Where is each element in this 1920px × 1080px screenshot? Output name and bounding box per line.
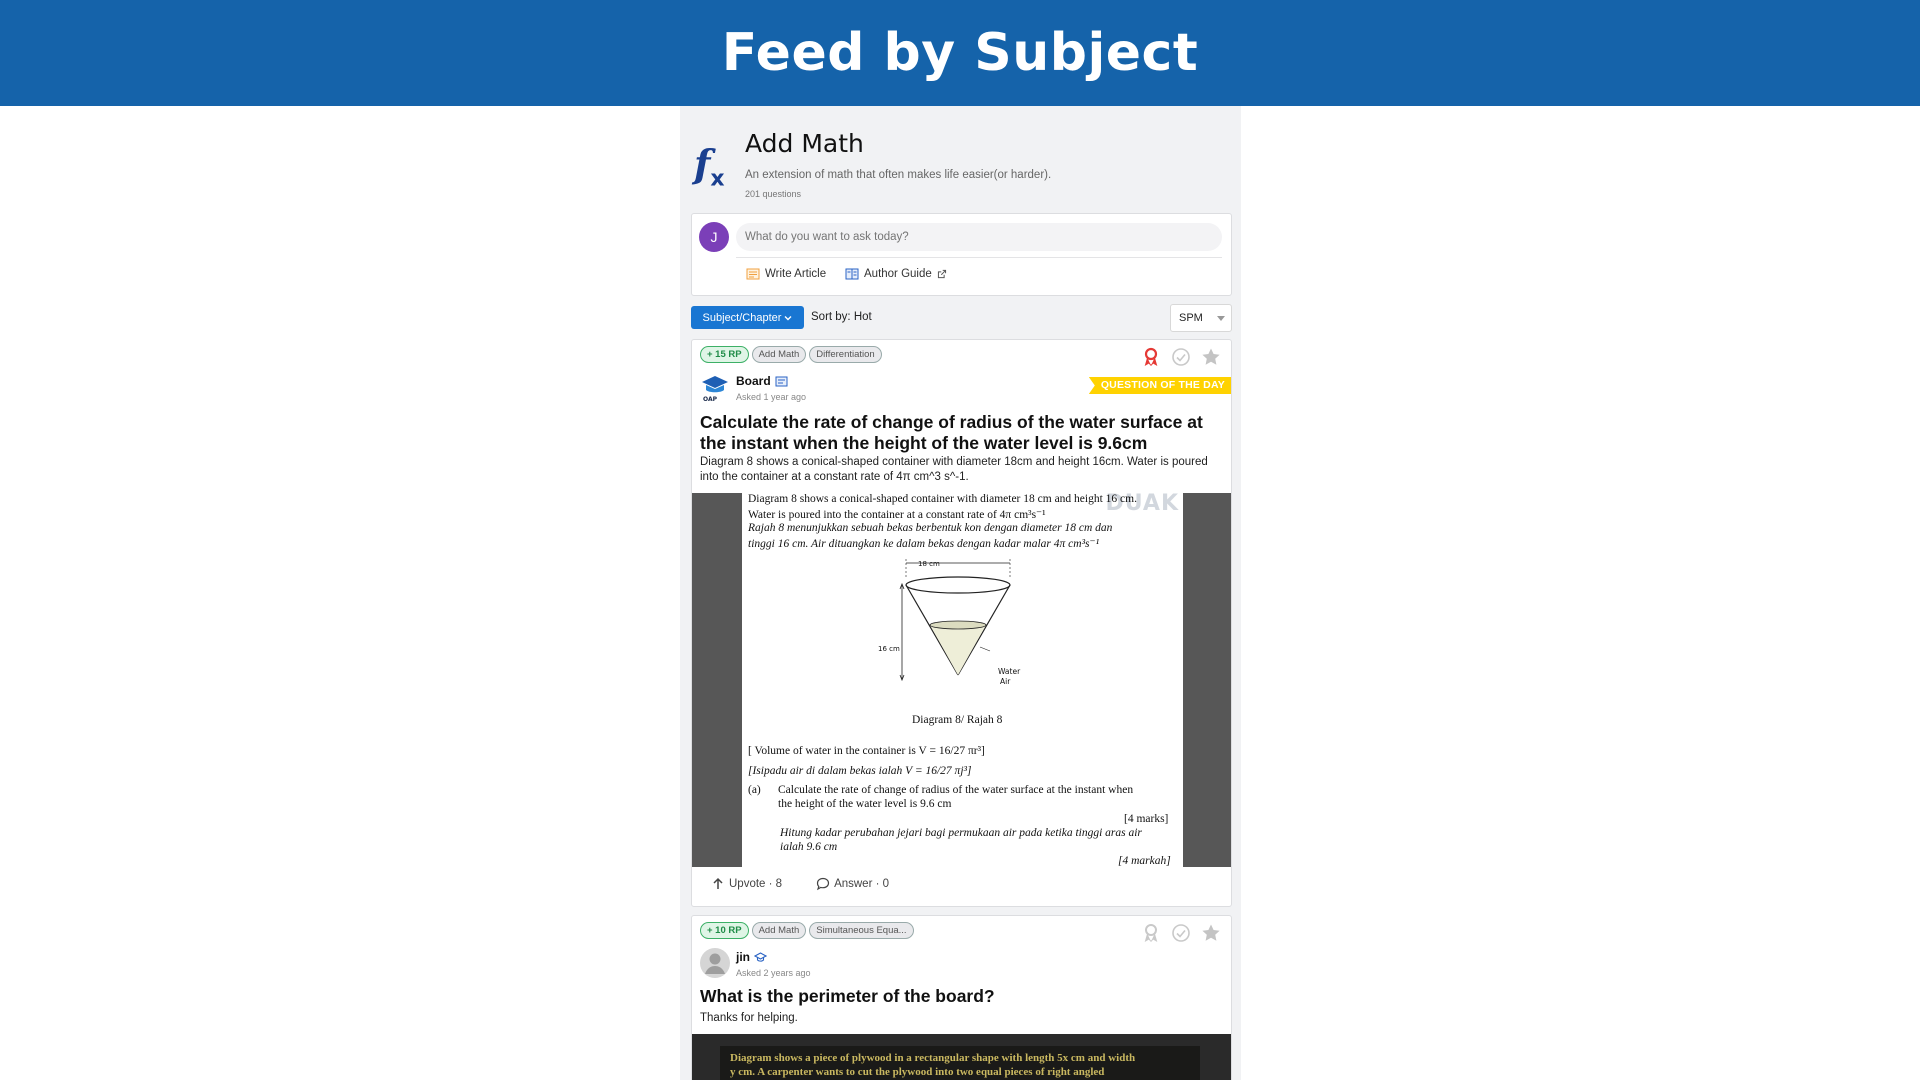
award-ribbon-icon[interactable] [1141,923,1161,943]
subject-title: Add Math [745,129,864,158]
water-label: Water [998,667,1021,676]
divider [736,257,1222,258]
paper-line: tinggi 16 cm. Air dituangkan ke dalam be… [748,538,1100,550]
paper-line: Rajah 8 menunjukkan sebuah bekas berbent… [748,522,1113,534]
tag-chip[interactable]: Add Math [751,346,807,363]
comment-bubble-icon [816,877,830,891]
paper-line: (a) [748,784,761,796]
asked-time: Asked 2 years ago [736,968,811,978]
air-label: Air [1000,677,1011,686]
paper-line: Water is poured into the container at a … [748,509,1046,521]
question-card[interactable]: + 15 RP Add Math Differentiation QUESTIO… [691,339,1232,907]
tag-chip[interactable]: Add Math [751,922,807,939]
arrow-up-icon [713,877,723,889]
ask-question-box: J Write Article Author Guide [691,213,1232,296]
question-count: 201 questions [745,189,802,199]
author-name-text: Board [736,374,771,388]
article-icon [746,268,760,280]
page-banner: Feed by Subject [0,0,1920,106]
answer-label: Answer · 0 [834,878,890,890]
reward-points-badge: + 15 RP [700,346,749,363]
card-footer: Upvote · 8 Answer · 0 [711,877,889,891]
paper-line: [Isipadu air di dalam bekas ialah V = 16… [748,765,972,777]
question-card[interactable]: + 10 RP Add Math Simultaneous Equa... ji… [691,915,1232,1080]
exam-select-value: SPM [1179,312,1203,324]
card-actions [1141,347,1221,367]
verified-board-icon [775,376,788,386]
photo-text-line: Diagram shows a piece of plywood in a re… [730,1052,1136,1064]
ask-input[interactable] [736,223,1222,251]
paper-line: Hitung kadar perubahan jejari bagi permu… [780,827,1142,839]
paper-line: the height of the water level is 9.6 cm [778,798,952,810]
subject-chapter-label: Subject/Chapter [702,311,782,324]
marks-label: [4 markah] [1118,855,1171,867]
question-body: Diagram 8 shows a conical-shaped contain… [700,456,1208,483]
asked-time: Asked 1 year ago [736,392,807,402]
author-guide-link[interactable]: Author Guide [845,267,947,281]
question-title[interactable]: Calculate the rate of change of radius o… [700,412,1220,454]
board-logo-avatar[interactable]: OAP [700,372,730,402]
question-of-the-day-badge: QUESTION OF THE DAY [1088,377,1231,394]
caret-down-icon [1217,316,1225,321]
question-title[interactable]: What is the perimeter of the board? [700,986,1220,1007]
upvote-button[interactable]: Upvote · 8 [711,877,782,891]
tag-list: + 10 RP Add Math Simultaneous Equa... [700,922,914,939]
question-photo: Diagram shows a piece of plywood in a re… [720,1046,1200,1080]
question-image[interactable]: DUAK Diagram 8 shows a conical-shaped co… [692,493,1231,867]
card-actions [1141,923,1221,943]
star-icon[interactable] [1201,923,1221,943]
tag-chip[interactable]: Differentiation [809,346,882,363]
graduation-cap-icon [754,951,767,962]
dimension-label: 18 cm [918,560,940,568]
author-name[interactable]: jin [736,950,767,964]
reward-points-badge: + 10 RP [700,922,749,939]
tag-chip[interactable]: Simultaneous Equa... [809,922,914,939]
answer-button[interactable]: Answer · 0 [816,877,889,891]
paper-line: [ Volume of water in the container is V … [748,745,985,757]
subject-header: fx Add Math An extension of math that of… [694,122,1234,202]
tag-list: + 15 RP Add Math Differentiation [700,346,882,363]
guide-book-icon [845,268,859,280]
author-name-text: jin [736,950,750,964]
marks-label: [4 marks] [1124,813,1169,825]
exam-select[interactable]: SPM [1170,304,1232,332]
sort-selector[interactable]: Sort by: Hot [811,311,872,323]
upvote-label: Upvote · 8 [729,878,783,890]
paper-line: Calculate the rate of change of radius o… [778,784,1134,796]
diagram-caption: Diagram 8/ Rajah 8 [912,714,1003,726]
question-paper-scan: DUAK Diagram 8 shows a conical-shaped co… [742,493,1183,867]
write-article-label: Write Article [765,268,827,280]
author-guide-label: Author Guide [864,268,932,280]
write-article-button[interactable]: Write Article [746,267,826,281]
check-circle-icon[interactable] [1171,923,1191,943]
photo-text-line: y cm. A carpenter wants to cut the plywo… [730,1066,1105,1078]
question-image[interactable]: Diagram shows a piece of plywood in a re… [692,1034,1231,1080]
feed-column: fx Add Math An extension of math that of… [680,106,1241,1080]
question-body: Thanks for helping. [700,1012,798,1024]
dimension-label: 16 cm [878,645,900,653]
chevron-down-icon [784,315,792,320]
subject-description: An extension of math that often makes li… [745,169,1052,181]
paper-line: Diagram 8 shows a conical-shaped contain… [748,493,1137,505]
user-avatar[interactable]: J [699,222,729,252]
star-icon[interactable] [1201,347,1221,367]
user-avatar[interactable] [700,948,730,978]
banner-title: Feed by Subject [721,23,1199,83]
external-link-icon [937,269,946,279]
svg-text:OAP: OAP [703,396,718,402]
author-name[interactable]: Board [736,374,788,388]
check-circle-icon[interactable] [1171,347,1191,367]
paper-line: ialah 9.6 cm [780,841,838,853]
fx-function-icon: fx [694,141,725,192]
award-ribbon-icon[interactable] [1141,347,1161,367]
subject-chapter-dropdown[interactable]: Subject/Chapter [691,306,804,329]
